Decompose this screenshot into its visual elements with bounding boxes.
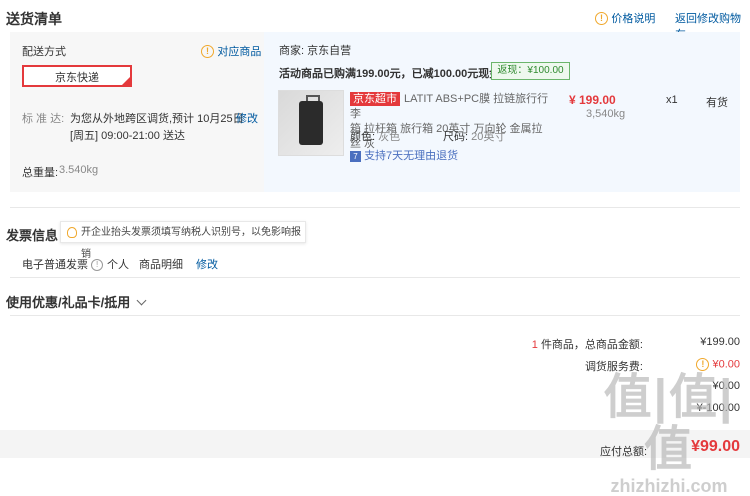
item-count-suffix: 件商品，总商品金额: [540,339,643,351]
edit-delivery-link[interactable]: 修改 [236,110,258,126]
product-image[interactable] [278,90,344,156]
product-size: 尺码: 20英寸 [443,128,505,144]
rebate-badge: 返现：¥100.00 [491,62,570,80]
invoice-detail: 商品明细 [139,259,183,271]
return-policy-text: 支持7天无理由退货 [364,150,459,162]
product-weight: 3,540kg [586,108,626,120]
seller-info: 商家: 京东自营 [279,42,351,58]
corresponding-goods-link[interactable]: ! 对应商品 [201,43,261,59]
summary-count: 1 件商品，总商品金额: [532,336,643,352]
lightbulb-icon [67,227,77,238]
seller-label: 商家: [279,45,305,57]
color-value: 灰色 [378,131,401,143]
info-icon[interactable]: ! [91,259,104,272]
return-policy-icon: 7 [350,150,361,162]
product-price: ¥ 199.00 [569,93,616,107]
warning-icon[interactable]: ! [696,358,710,371]
section-divider [10,315,740,316]
watermark-logo: 值|值|值 [603,371,735,476]
standard-delivery-text: 为您从外地跨区调货,预计 10月25日 [70,113,244,125]
shipping-method-option[interactable]: 京东快递 [22,65,132,87]
invoice-personal: 个人 [107,259,129,271]
standard-delivery-label: 标 准 达: [22,113,65,125]
return-policy[interactable]: 7 支持7天无理由退货 [350,147,458,163]
chevron-down-icon [136,295,147,306]
color-label: 颜色: [350,131,376,143]
shipping-method-value: 京东快递 [55,72,99,84]
price-note-label: 价格说明 [611,13,656,25]
coupon-title: 使用优惠/礼品卡/抵用 [6,295,131,310]
suitcase-icon [299,101,323,145]
coupon-toggle[interactable]: 使用优惠/礼品卡/抵用 [6,292,147,311]
service-fee: ! ¥0.00 [696,358,740,371]
seller-name: 京东自营 [307,45,352,57]
corresponding-goods-label: 对应商品 [217,46,262,58]
product-color: 颜色: 灰色 [350,128,400,144]
weight-label: 总重量: [22,167,59,179]
weight-value: 3.540kg [59,164,99,176]
invoice-type-label: 电子普通发票 [22,259,88,271]
item-count: 1 [531,339,538,351]
shipping-method-label: 配送方式 [22,46,66,58]
warning-icon: ! [595,12,608,26]
edit-invoice-link[interactable]: 修改 [196,256,218,272]
size-label: 尺码: [443,131,469,143]
invoice-tip: 开企业抬头发票须填写纳税人识别号，以免影响报销 [60,221,306,260]
product-quantity: x1 [666,94,678,106]
standard-delivery-time: [周五] 09:00-21:00 送达 [70,130,185,142]
promo-text: 活动商品已购满199.00元，已减100.00元现金 [279,68,501,80]
watermark: 值|值|值 zhizhizhi.com [594,372,744,496]
invoice-type: 电子普通发票 ! [22,256,104,272]
selected-corner-icon [122,77,130,85]
product-stock: 有货 [706,97,728,109]
invoice-title: 发票信息 [6,228,59,243]
jd-supermarket-tag: 京东超市 [350,92,400,106]
price-note-link[interactable]: ! 价格说明 [595,10,655,26]
warning-icon: ! [201,45,214,59]
page-title: 送货清单 [6,11,62,27]
total-amount: ¥199.00 [700,336,740,348]
section-divider [10,207,740,208]
service-fee-value: ¥0.00 [712,358,740,371]
watermark-url: zhizhizhi.com [610,476,728,496]
size-value: 20英寸 [471,131,506,143]
section-divider [10,277,740,278]
